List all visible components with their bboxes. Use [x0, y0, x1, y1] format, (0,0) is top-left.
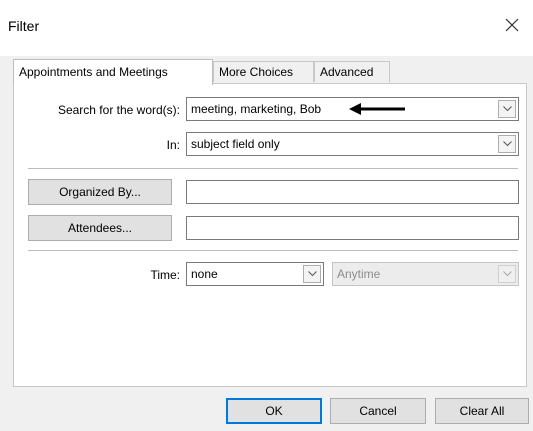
- tab-label: More Choices: [219, 65, 294, 79]
- cancel-button[interactable]: Cancel: [330, 398, 426, 424]
- organized-by-field[interactable]: [186, 180, 519, 204]
- attendees-button[interactable]: Attendees...: [28, 215, 172, 241]
- filter-dialog: Filter Appointments and Meetings More Ch…: [0, 0, 533, 431]
- time-label: Time:: [150, 268, 180, 282]
- tab-appointments-and-meetings[interactable]: Appointments and Meetings: [13, 59, 213, 85]
- chevron-down-icon: [503, 106, 512, 112]
- in-label: In:: [166, 138, 180, 152]
- arrow-left-icon: [349, 103, 405, 115]
- title-bar: Filter: [0, 0, 533, 56]
- tab-panel-appointments: Search for the word(s): meeting, marketi…: [13, 83, 527, 387]
- close-icon: [505, 18, 519, 32]
- time-range-dropdown-button: [498, 265, 516, 283]
- ok-button[interactable]: OK: [226, 398, 322, 424]
- time-value: none: [191, 267, 218, 281]
- close-button[interactable]: [501, 14, 523, 36]
- window-title: Filter: [8, 18, 40, 34]
- in-field-dropdown-button[interactable]: [498, 135, 516, 153]
- separator: [28, 250, 518, 251]
- chevron-down-icon: [503, 141, 512, 147]
- in-field-value: subject field only: [191, 137, 280, 151]
- separator: [28, 168, 518, 169]
- tab-more-choices[interactable]: More Choices: [213, 61, 314, 82]
- search-label: Search for the word(s):: [57, 103, 180, 117]
- tab-label: Advanced: [320, 65, 374, 79]
- time-range-select: Anytime: [332, 262, 519, 286]
- organized-by-button[interactable]: Organized By...: [28, 179, 172, 205]
- chevron-down-icon: [503, 271, 512, 277]
- time-select[interactable]: none: [186, 262, 324, 286]
- in-field-select[interactable]: subject field only: [186, 132, 519, 156]
- time-dropdown-button[interactable]: [303, 265, 321, 283]
- attendees-field[interactable]: [186, 216, 519, 240]
- tab-advanced[interactable]: Advanced: [314, 61, 390, 82]
- clear-all-button[interactable]: Clear All: [435, 398, 529, 424]
- tab-label: Appointments and Meetings: [19, 65, 168, 79]
- search-words-dropdown-button[interactable]: [498, 100, 516, 118]
- search-words-value: meeting, marketing, Bob: [191, 102, 322, 116]
- time-range-value: Anytime: [337, 267, 381, 281]
- chevron-down-icon: [308, 271, 317, 277]
